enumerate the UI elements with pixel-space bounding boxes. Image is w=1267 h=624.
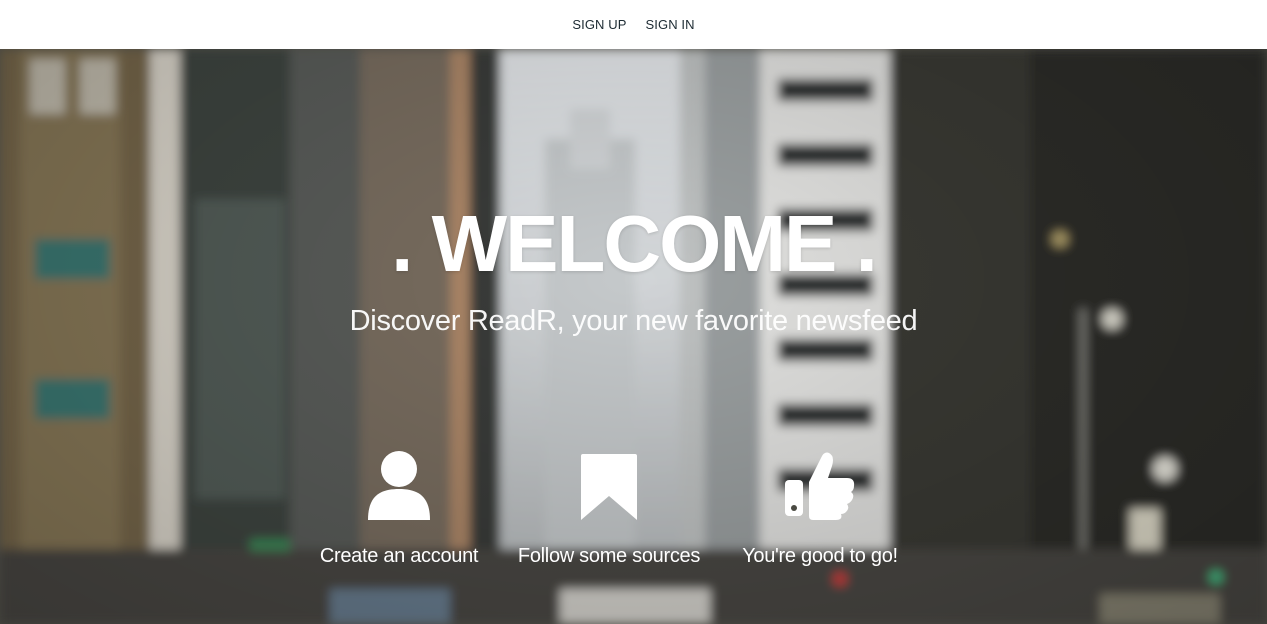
top-navigation: SIGN UP SIGN IN <box>0 0 1267 49</box>
step-label: Create an account <box>319 545 479 567</box>
sign-in-link[interactable]: SIGN IN <box>646 17 695 32</box>
tagline: Discover ReadR, your new favorite newsfe… <box>349 305 918 337</box>
sign-up-link[interactable]: SIGN UP <box>572 17 626 32</box>
step-create-account: Create an account <box>289 442 509 568</box>
step-label: You're good to go! <box>742 545 898 567</box>
step-label: Follow some sources <box>517 545 701 567</box>
hero-section: . WELCOME . Discover ReadR, your new fav… <box>0 49 1267 624</box>
bookmark-icon <box>581 454 637 520</box>
welcome-heading: . WELCOME . <box>391 199 878 288</box>
thumbs-up-icon <box>785 452 855 520</box>
step-follow-sources: Follow some sources <box>499 442 719 568</box>
step-good-to-go: You're good to go! <box>710 442 930 568</box>
user-icon <box>368 451 430 520</box>
